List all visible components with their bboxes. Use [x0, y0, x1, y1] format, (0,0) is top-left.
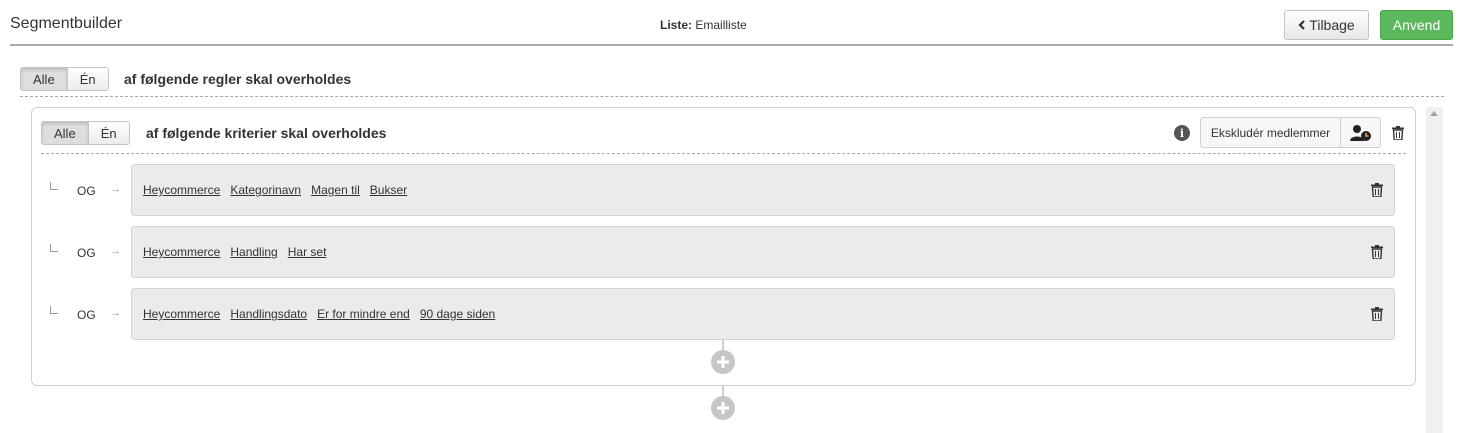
back-button-label: Tilbage	[1309, 17, 1355, 33]
group-divider	[41, 153, 1406, 154]
outer-divider	[20, 96, 1444, 97]
plus-icon	[717, 402, 729, 414]
row-trash-icon[interactable]	[1371, 183, 1383, 197]
person-clock-button[interactable]	[1340, 117, 1381, 148]
condition-chip-source[interactable]: Heycommerce	[143, 245, 220, 259]
arrow-right-icon: →	[110, 245, 121, 257]
group-trash-icon[interactable]	[1392, 126, 1404, 140]
row-trash-icon[interactable]	[1371, 307, 1383, 321]
add-group-button[interactable]	[711, 396, 735, 420]
outer-rule-text: af følgende regler skal overholdes	[124, 71, 352, 87]
list-info: Liste: Emailliste	[660, 18, 747, 32]
outer-match-toggle: Alle Én	[20, 67, 109, 91]
add-connector-line	[722, 340, 724, 350]
condition-chip-field[interactable]: Handling	[230, 245, 277, 259]
arrow-right-icon: →	[110, 183, 121, 195]
arrow-right-icon: →	[110, 307, 121, 319]
add-group-connector-line	[722, 386, 724, 396]
row-connector: OG	[77, 308, 96, 322]
outer-toggle-one[interactable]: Én	[67, 67, 109, 91]
condition-row-3: Heycommerce Handlingsdato Er for mindre …	[131, 288, 1395, 340]
condition-row-2: Heycommerce Handling Har set	[131, 226, 1395, 278]
row-prefix-1: OG →	[50, 182, 130, 198]
condition-row-1: Heycommerce Kategorinavn Magen til Bukse…	[131, 164, 1395, 216]
group-toggle-all[interactable]: Alle	[41, 121, 89, 145]
group-criteria-text: af følgende kriterier skal overholdes	[146, 125, 387, 141]
back-button[interactable]: Tilbage	[1284, 10, 1369, 40]
group-toggle-one[interactable]: Én	[88, 121, 130, 145]
info-icon[interactable]: i	[1174, 125, 1190, 141]
condition-chip-field[interactable]: Handlingsdato	[230, 307, 307, 321]
row-connector: OG	[77, 184, 96, 198]
add-condition-button[interactable]	[711, 350, 735, 374]
condition-chip-operator[interactable]: Magen til	[311, 183, 360, 197]
condition-chip-source[interactable]: Heycommerce	[143, 307, 220, 321]
condition-chip-operator[interactable]: Har set	[288, 245, 327, 259]
row-prefix-3: OG →	[50, 306, 130, 322]
header: Segmentbuilder Liste: Emailliste Tilbage…	[0, 0, 1459, 47]
list-label: Liste:	[660, 18, 693, 32]
chevron-left-icon	[1298, 20, 1306, 30]
elbow-connector-icon	[50, 244, 58, 252]
condition-chip-operator[interactable]: Er for mindre end	[317, 307, 410, 321]
row-connector: OG	[77, 246, 96, 260]
list-value: Emailliste	[695, 18, 747, 32]
header-divider	[10, 44, 1453, 46]
condition-chip-field[interactable]: Kategorinavn	[230, 183, 301, 197]
condition-chip-value[interactable]: 90 dage siden	[420, 307, 495, 321]
person-clock-icon	[1349, 124, 1371, 141]
group-match-toggle: Alle Én	[41, 121, 130, 145]
scroll-up-arrow-icon[interactable]	[1430, 111, 1438, 116]
plus-icon	[717, 356, 729, 368]
exclude-members-button[interactable]: Ekskludér medlemmer	[1200, 117, 1341, 148]
condition-chip-value[interactable]: Bukser	[370, 183, 407, 197]
page-title: Segmentbuilder	[10, 15, 123, 32]
row-prefix-2: OG →	[50, 244, 130, 260]
apply-button[interactable]: Anvend	[1380, 10, 1453, 40]
elbow-connector-icon	[50, 306, 58, 314]
row-trash-icon[interactable]	[1371, 245, 1383, 259]
elbow-connector-icon	[50, 182, 58, 190]
scrollbar[interactable]	[1426, 107, 1443, 433]
condition-chip-source[interactable]: Heycommerce	[143, 183, 220, 197]
outer-toggle-all[interactable]: Alle	[20, 67, 68, 91]
